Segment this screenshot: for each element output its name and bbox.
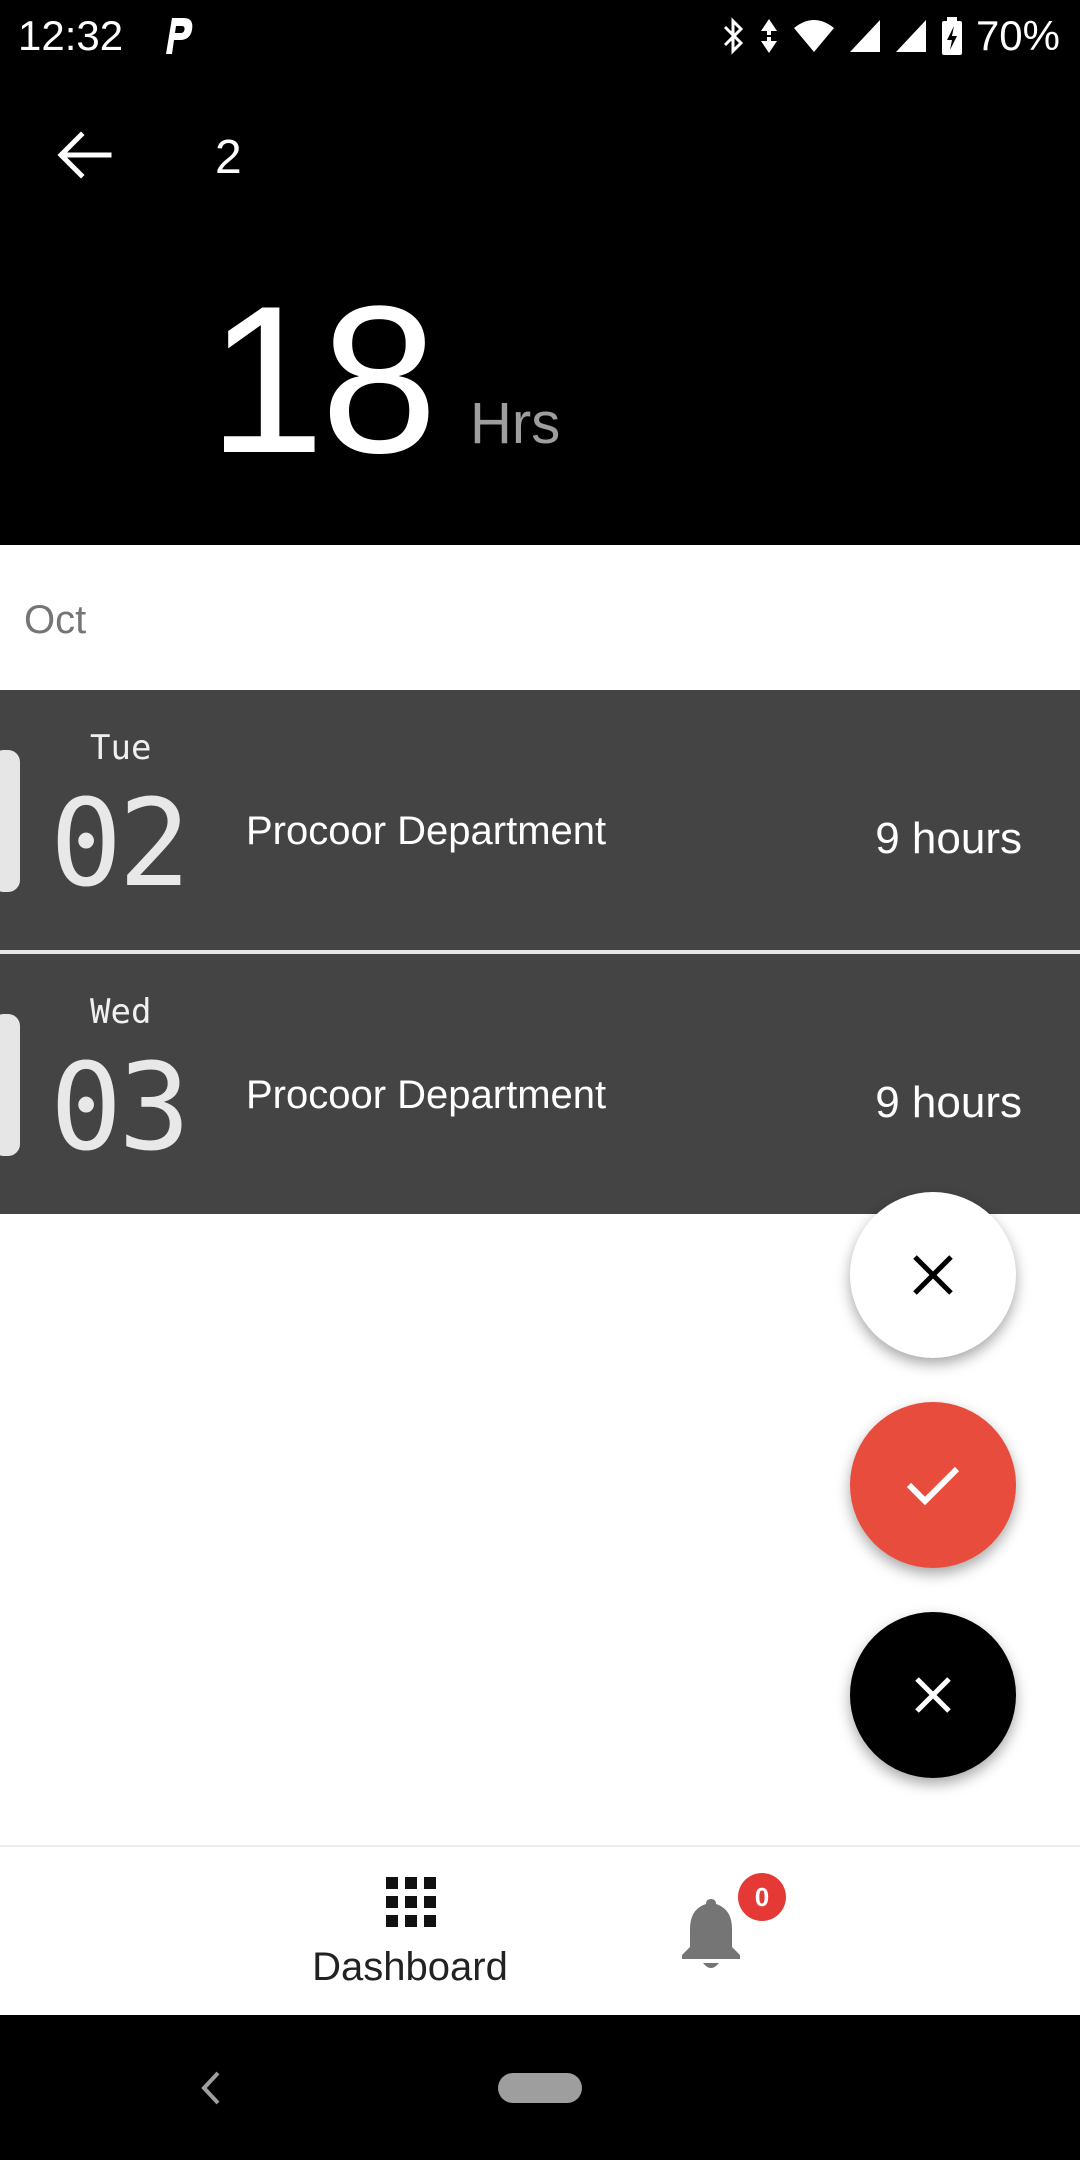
signal-icon [895,20,926,52]
arrow-left-icon [57,131,112,179]
nav-dashboard-label: Dashboard [312,1945,508,1989]
check-icon [906,1466,960,1506]
entry-day: 02 [50,775,190,914]
battery-charging-icon [941,17,962,55]
entry-weekday: Tue [90,728,152,768]
system-navigation-bar [0,2015,1080,2160]
status-bar: 12:32 70% [0,0,1080,72]
reject-button[interactable] [850,1192,1016,1358]
nav-notifications[interactable]: 0 [670,1867,790,1987]
timesheet-entry[interactable]: Tue 02 Procoor Department 9 hours [0,690,1080,950]
fab-menu-toggle-button[interactable] [850,1612,1016,1778]
parking-app-icon [166,18,193,54]
close-icon [915,1677,951,1713]
month-label: Oct [24,598,87,642]
total-hours-unit: Hrs [470,391,561,456]
entry-hours: 9 hours [875,814,1022,863]
nav-dashboard[interactable]: Dashboard [300,1847,520,2017]
timesheet-entry[interactable]: Wed 03 Procoor Department 9 hours [0,954,1080,1214]
status-time: 12:32 [18,12,124,59]
system-back-icon[interactable] [190,2063,230,2113]
entry-hours: 9 hours [875,1078,1022,1127]
selection-indicator [0,750,20,892]
bottom-navigation: Dashboard 0 [0,1845,1080,2017]
status-icons: 70% [720,10,1060,62]
selection-indicator [0,1014,20,1156]
wifi-icon [793,20,834,52]
entry-day: 03 [50,1039,190,1178]
summary-header [0,72,1080,545]
entry-department: Procoor Department [246,1073,607,1117]
bluetooth-icon [723,17,744,55]
entry-department: Procoor Department [246,809,607,853]
battery-percent: 70% [975,12,1060,59]
data-arrows-icon [760,19,777,53]
signal-icon [849,20,880,52]
system-home-button[interactable] [498,2073,582,2103]
entry-weekday: Wed [90,992,152,1032]
back-button[interactable] [40,110,130,200]
notification-count-badge: 0 [738,1873,786,1921]
selected-count: 2 [215,131,242,184]
approve-button[interactable] [850,1402,1016,1568]
bell-icon [682,1899,740,1968]
total-hours-value: 18 [208,262,438,497]
close-icon [913,1255,953,1295]
grid-icon [386,1877,436,1927]
